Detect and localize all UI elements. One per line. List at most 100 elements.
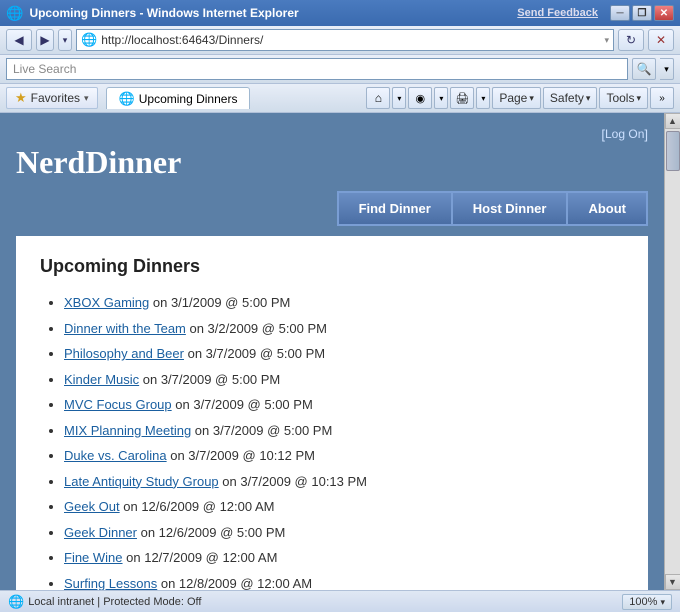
print-chevron-icon: ▾ xyxy=(481,94,485,103)
url-text: http://localhost:64643/Dinners/ xyxy=(101,33,600,47)
favorites-label: Favorites xyxy=(31,91,80,105)
rss-icon: ◉ xyxy=(416,92,426,105)
stop-icon: ✕ xyxy=(656,33,666,47)
about-button[interactable]: About xyxy=(568,191,648,226)
site-title: NerdDinner xyxy=(16,144,648,181)
zoom-button[interactable]: 100% ▾ xyxy=(622,594,672,610)
address-toolbar: ◀ ▶ ▾ 🌐 http://localhost:64643/Dinners/ … xyxy=(0,26,680,55)
rss-chevron-icon: ▾ xyxy=(439,94,443,103)
home-icon: ⌂ xyxy=(375,91,382,105)
forward-button[interactable]: ▶ xyxy=(36,29,54,51)
host-dinner-button[interactable]: Host Dinner xyxy=(453,191,569,226)
dropdown-button[interactable]: ▾ xyxy=(58,29,72,51)
tools-chevron-icon: ▾ xyxy=(636,93,641,104)
nav-buttons: Find Dinner Host Dinner About xyxy=(16,191,648,226)
star-icon: ★ xyxy=(15,90,27,106)
tab-label: Upcoming Dinners xyxy=(139,92,238,106)
print-dropdown-button[interactable]: ▾ xyxy=(476,87,490,109)
minimize-button[interactable]: ─ xyxy=(610,5,630,21)
refresh-button[interactable]: ↻ xyxy=(618,29,644,51)
favorites-chevron-icon: ▾ xyxy=(84,93,89,104)
tools-label: Tools xyxy=(606,91,634,105)
list-item: Kinder Music on 3/7/2009 @ 5:00 PM xyxy=(64,370,624,390)
tab-area: 🌐 Upcoming Dinners xyxy=(106,87,359,109)
live-search-box[interactable]: Live Search xyxy=(6,58,628,80)
dinner-link[interactable]: Late Antiquity Study Group xyxy=(64,474,219,489)
dinner-link[interactable]: Kinder Music xyxy=(64,372,139,387)
dinner-link[interactable]: MVC Focus Group xyxy=(64,397,172,412)
zoom-chevron-icon: ▾ xyxy=(660,597,665,607)
list-item: Fine Wine on 12/7/2009 @ 12:00 AM xyxy=(64,548,624,568)
stop-button[interactable]: ✕ xyxy=(648,29,674,51)
safety-chevron-icon: ▾ xyxy=(586,93,591,104)
page-chevron-icon: ▾ xyxy=(529,93,534,104)
dinner-link[interactable]: Dinner with the Team xyxy=(64,321,186,336)
list-item: Duke vs. Carolina on 3/7/2009 @ 10:12 PM xyxy=(64,446,624,466)
rss-dropdown-button[interactable]: ▾ xyxy=(434,87,448,109)
address-bar[interactable]: 🌐 http://localhost:64643/Dinners/ ▾ xyxy=(76,29,614,51)
browser-content: [ Log On ] NerdDinner Find Dinner Host D… xyxy=(0,113,680,590)
dinner-list: XBOX Gaming on 3/1/2009 @ 5:00 PM Dinner … xyxy=(40,293,624,590)
home-chevron-icon: ▾ xyxy=(397,94,401,103)
search-icon: 🔍 xyxy=(637,62,652,76)
dinner-link[interactable]: Surfing Lessons xyxy=(64,576,157,591)
status-icon: 🌐 xyxy=(8,594,24,610)
dropdown-icon: ▾ xyxy=(63,35,68,46)
scroll-track: ▲ ▼ xyxy=(664,113,680,590)
send-feedback-link[interactable]: Send Feedback xyxy=(517,7,598,19)
print-icon: 🖨 xyxy=(455,92,469,105)
search-toolbar: Live Search 🔍 ▾ xyxy=(0,55,680,84)
page-area: [ Log On ] NerdDinner Find Dinner Host D… xyxy=(0,113,664,590)
list-item: XBOX Gaming on 3/1/2009 @ 5:00 PM xyxy=(64,293,624,313)
page-label: Page xyxy=(499,91,527,105)
content-box: Upcoming Dinners XBOX Gaming on 3/1/2009… xyxy=(16,236,648,590)
tools-menu-button[interactable]: Tools ▾ xyxy=(599,87,648,109)
zoom-label: 100% xyxy=(629,596,657,608)
page-icon: 🌐 xyxy=(81,32,97,48)
home-dropdown-button[interactable]: ▾ xyxy=(392,87,406,109)
find-dinner-button[interactable]: Find Dinner xyxy=(337,191,453,226)
back-button[interactable]: ◀ xyxy=(6,29,32,51)
list-item: MIX Planning Meeting on 3/7/2009 @ 5:00 … xyxy=(64,421,624,441)
more-icon: » xyxy=(659,93,665,104)
safety-menu-button[interactable]: Safety ▾ xyxy=(543,87,598,109)
browser-icon: 🌐 xyxy=(6,5,23,22)
close-button[interactable]: ✕ xyxy=(654,5,674,21)
favorites-toolbar: ★ Favorites ▾ 🌐 Upcoming Dinners ⌂ ▾ ◉ ▾… xyxy=(0,84,680,113)
page-heading: Upcoming Dinners xyxy=(40,256,624,277)
more-tools-button[interactable]: » xyxy=(650,87,674,109)
scroll-thumb[interactable] xyxy=(666,131,680,171)
list-item: MVC Focus Group on 3/7/2009 @ 5:00 PM xyxy=(64,395,624,415)
page-toolbar: ⌂ ▾ ◉ ▾ 🖨 ▾ Page ▾ Safety ▾ Tools ▾ » xyxy=(366,87,674,109)
home-button[interactable]: ⌂ xyxy=(366,87,390,109)
list-item: Geek Dinner on 12/6/2009 @ 5:00 PM xyxy=(64,523,624,543)
tab-upcoming-dinners[interactable]: 🌐 Upcoming Dinners xyxy=(106,87,251,109)
restore-button[interactable]: ❐ xyxy=(632,5,652,21)
dinner-link[interactable]: Philosophy and Beer xyxy=(64,346,184,361)
safety-label: Safety xyxy=(550,91,584,105)
print-button[interactable]: 🖨 xyxy=(450,87,474,109)
dinner-link[interactable]: Duke vs. Carolina xyxy=(64,448,167,463)
scroll-down-button[interactable]: ▼ xyxy=(665,574,680,590)
login-link[interactable]: Log On xyxy=(605,127,644,142)
list-item: Geek Out on 12/6/2009 @ 12:00 AM xyxy=(64,497,624,517)
dinner-link[interactable]: XBOX Gaming xyxy=(64,295,149,310)
forward-icon: ▶ xyxy=(40,33,49,47)
dinner-link[interactable]: Geek Out xyxy=(64,499,120,514)
back-icon: ◀ xyxy=(14,33,23,47)
list-item: Dinner with the Team on 3/2/2009 @ 5:00 … xyxy=(64,319,624,339)
tab-icon: 🌐 xyxy=(119,91,135,107)
search-dropdown-button[interactable]: ▾ xyxy=(660,58,674,80)
dinner-link[interactable]: Geek Dinner xyxy=(64,525,137,540)
refresh-icon: ↻ xyxy=(626,33,636,47)
status-text: Local intranet | Protected Mode: Off xyxy=(28,596,201,608)
search-button[interactable]: 🔍 xyxy=(632,58,656,80)
rss-button[interactable]: ◉ xyxy=(408,87,432,109)
favorites-button[interactable]: ★ Favorites ▾ xyxy=(6,87,98,109)
zoom-area: 100% ▾ xyxy=(622,594,672,610)
dinner-link[interactable]: Fine Wine xyxy=(64,550,123,565)
scroll-up-button[interactable]: ▲ xyxy=(665,113,680,129)
page-menu-button[interactable]: Page ▾ xyxy=(492,87,541,109)
list-item: Philosophy and Beer on 3/7/2009 @ 5:00 P… xyxy=(64,344,624,364)
dinner-link[interactable]: MIX Planning Meeting xyxy=(64,423,191,438)
